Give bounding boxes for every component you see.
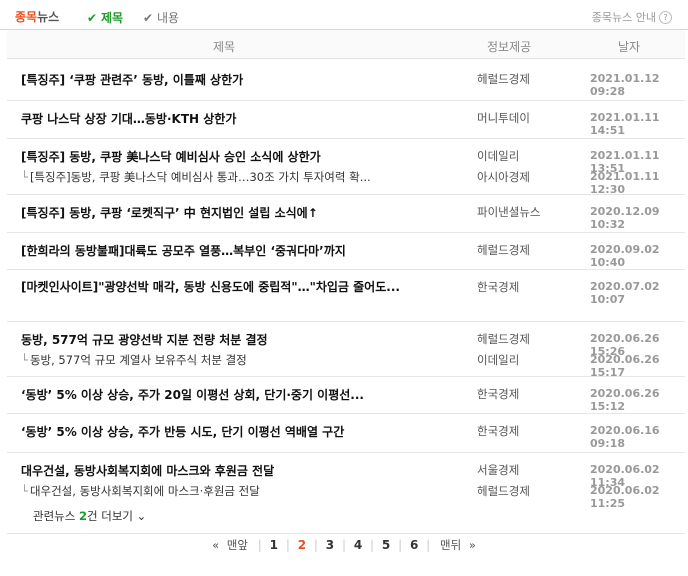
- related-news-title: 동방, 577억 규모 계열사 보유주식 처분 결정: [29, 353, 247, 367]
- chevron-down-icon: ⌄: [136, 509, 147, 523]
- tab-brand: 종목: [15, 10, 38, 24]
- news-title-link[interactable]: 대우건설, 동방사회복지회에 마스크와 후원금 전달: [21, 462, 421, 479]
- table-header: 제목 정보제공 날자: [7, 30, 685, 59]
- header-date: 날자: [618, 40, 641, 54]
- news-date: 2021.01.12 09:28: [590, 72, 660, 98]
- pager-divider: |: [370, 538, 375, 552]
- news-source: 헤럴드경제: [477, 332, 530, 346]
- news-title-link[interactable]: ‘동방’ 5% 이상 상승, 주가 반등 시도, 단기 이평선 역배열 구간: [21, 423, 421, 440]
- double-chevron-right-icon: »: [468, 538, 476, 552]
- stock-news-guide-link[interactable]: 종목뉴스 안내 ?: [592, 9, 672, 25]
- news-row: 동방, 577억 규모 광양선박 지분 전량 처분 결정 헤럴드경제 2020.…: [7, 322, 685, 379]
- news-source: 헤럴드경제: [477, 243, 530, 257]
- pager-divider: |: [285, 538, 290, 552]
- page-link-3[interactable]: 3: [326, 538, 334, 552]
- news-date: 2021.01.11 14:51: [590, 111, 660, 137]
- news-row: ‘동방’ 5% 이상 상승, 주가 20일 이평선 상회, 단기·중기 이평선.…: [7, 377, 685, 414]
- page-link-4[interactable]: 4: [354, 538, 362, 552]
- news-date: 2020.07.02 10:07: [590, 280, 660, 306]
- news-title-link[interactable]: [특징주] 동방, 쿠팡 ‘로켓직구’ 中 현지법인 설립 소식에↑: [21, 204, 421, 221]
- news-date: 2020.06.16 09:18: [590, 424, 660, 450]
- pager-first-button[interactable]: « 맨앞: [210, 537, 250, 553]
- sub-arrow-icon: └: [21, 170, 28, 184]
- help-icon: ?: [659, 10, 672, 24]
- related-count: 2: [78, 509, 87, 523]
- related-news-link[interactable]: └ 대우건설, 동방사회복지회에 마스크·후원금 전달: [21, 483, 401, 499]
- news-row: [특징주] 동방, 쿠팡 美나스닥 예비심사 승인 소식에 상한가 이데일리 2…: [7, 139, 685, 196]
- news-title-link[interactable]: 쿠팡 나스닥 상장 기대…동방·KTH 상한가: [21, 110, 421, 127]
- pager-divider: |: [341, 538, 347, 552]
- pager-last-button[interactable]: 맨뒤 »: [438, 537, 478, 553]
- related-news-title: 대우건설, 동방사회복지회에 마스크·후원금 전달: [29, 484, 260, 498]
- filter-title-label: 제목: [101, 11, 124, 25]
- news-row: ‘동방’ 5% 이상 상승, 주가 반등 시도, 단기 이평선 역배열 구간 한…: [7, 414, 685, 453]
- news-date: 2021.01.11 12:30: [590, 170, 660, 196]
- header-source: 정보제공: [487, 40, 532, 54]
- pager-first-label: 맨앞: [226, 538, 248, 552]
- news-row: 대우건설, 동방사회복지회에 마스크와 후원금 전달 서울경제 2020.06.…: [7, 453, 685, 534]
- news-date: 2020.06.02 11:25: [590, 484, 660, 510]
- check-icon: ✔: [86, 10, 98, 25]
- news-source: 서울경제: [477, 463, 520, 477]
- news-source: 아시아경제: [477, 170, 530, 184]
- sub-arrow-icon: └: [21, 484, 28, 498]
- news-title-link[interactable]: [한희라의 동방불패]대륙도 공모주 열풍…복부인 ‘중궈다마’까지: [21, 242, 421, 259]
- related-news-link[interactable]: └ [특징주]동방, 쿠팡 美나스닥 예비심사 통과…30조 가치 투자여력 확.…: [21, 169, 401, 185]
- news-source: 한국경제: [477, 280, 520, 294]
- filter-content-option[interactable]: ✔ 내용: [142, 9, 179, 26]
- guide-label: 종목뉴스 안내: [591, 11, 656, 24]
- news-source: 헤럴드경제: [477, 484, 530, 498]
- news-title-link[interactable]: 동방, 577억 규모 광양선박 지분 전량 처분 결정: [21, 331, 421, 348]
- news-source: 한국경제: [477, 387, 520, 401]
- news-title-link[interactable]: [특징주] ‘쿠팡 관련주’ 동방, 이틀째 상한가: [21, 71, 421, 88]
- news-row: [특징주] ‘쿠팡 관련주’ 동방, 이틀째 상한가 헤럴드경제 2021.01…: [7, 59, 685, 101]
- news-title-link[interactable]: [특징주] 동방, 쿠팡 美나스닥 예비심사 승인 소식에 상한가: [21, 148, 421, 165]
- related-suffix: 건 더보기: [87, 509, 133, 523]
- filter-content-label: 내용: [157, 11, 180, 25]
- pagination: « 맨앞 | 1 | 2 | 3 | 4 | 5 | 6 | 맨뒤 »: [0, 537, 688, 553]
- news-source: 이데일리: [477, 353, 520, 367]
- news-date: 2020.09.02 10:40: [590, 243, 660, 269]
- double-chevron-left-icon: «: [212, 538, 220, 552]
- tab-rest: 뉴스: [37, 10, 60, 24]
- page-link-current[interactable]: 2: [298, 538, 306, 552]
- pager-last-label: 맨뒤: [440, 538, 462, 552]
- news-date: 2020.12.09 10:32: [590, 205, 660, 231]
- news-row: [한희라의 동방불패]대륙도 공모주 열풍…복부인 ‘중궈다마’까지 헤럴드경제…: [7, 233, 685, 270]
- check-icon: ✔: [142, 10, 154, 25]
- news-source: 헤럴드경제: [477, 72, 530, 86]
- news-row: [특징주] 동방, 쿠팡 ‘로켓직구’ 中 현지법인 설립 소식에↑ 파이낸셜뉴…: [7, 195, 685, 233]
- filter-title-option[interactable]: ✔ 제목: [86, 9, 123, 26]
- pager-divider: |: [313, 538, 318, 552]
- page-link-1[interactable]: 1: [270, 538, 278, 552]
- related-news-link[interactable]: └ 동방, 577억 규모 계열사 보유주식 처분 결정: [21, 352, 401, 368]
- pager-divider: |: [257, 538, 262, 552]
- news-date: 2020.06.26 15:12: [590, 387, 660, 413]
- header-title: 제목: [213, 40, 236, 54]
- news-source: 파이낸셜뉴스: [477, 205, 541, 219]
- tab-bar: 종목뉴스 ✔ 제목 ✔ 내용 종목뉴스 안내 ?: [0, 0, 688, 30]
- sub-arrow-icon: └: [21, 353, 28, 367]
- pager-divider: |: [426, 538, 431, 552]
- news-widget: 종목뉴스 ✔ 제목 ✔ 내용 종목뉴스 안내 ? 제목 정보제공 날자 [특징주…: [0, 0, 688, 576]
- news-source: 머니투데이: [477, 111, 530, 125]
- news-source: 이데일리: [477, 149, 520, 163]
- news-source: 한국경제: [477, 424, 520, 438]
- tab-stock-news[interactable]: 종목뉴스: [15, 8, 59, 25]
- related-news-title: [특징주]동방, 쿠팡 美나스닥 예비심사 통과…30조 가치 투자여력 확..…: [29, 170, 371, 184]
- more-related-news-button[interactable]: 관련뉴스 2건 더보기 ⌄: [33, 508, 685, 524]
- news-title-link[interactable]: [마켓인사이트]"광양선박 매각, 동방 신용도에 중립적"…"차입금 줄어도.…: [21, 279, 421, 296]
- news-row: [마켓인사이트]"광양선박 매각, 동방 신용도에 중립적"…"차입금 줄어도.…: [7, 270, 685, 322]
- page-link-6[interactable]: 6: [410, 538, 418, 552]
- related-prefix: 관련뉴스: [33, 509, 79, 523]
- news-row: 쿠팡 나스닥 상장 기대…동방·KTH 상한가 머니투데이 2021.01.11…: [7, 101, 685, 139]
- pager-divider: |: [398, 538, 403, 552]
- news-date: 2020.06.26 15:17: [590, 353, 660, 379]
- news-list: [특징주] ‘쿠팡 관련주’ 동방, 이틀째 상한가 헤럴드경제 2021.01…: [7, 59, 685, 534]
- news-title-link[interactable]: ‘동방’ 5% 이상 상승, 주가 20일 이평선 상회, 단기·중기 이평선.…: [21, 386, 421, 403]
- page-link-5[interactable]: 5: [382, 538, 390, 552]
